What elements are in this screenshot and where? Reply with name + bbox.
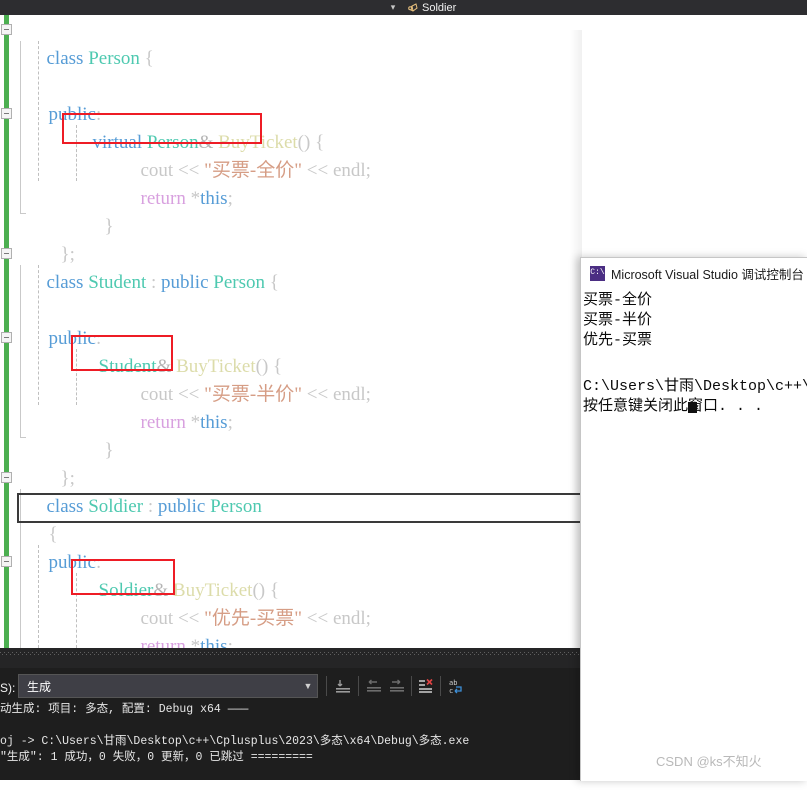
- code-line: }: [76, 409, 114, 461]
- csdn-watermark: CSDN @ks不知火: [656, 754, 762, 769]
- output-line: 动生成: 项目: 多态, 配置: Debug x64 ———: [0, 703, 249, 716]
- goto-message-button[interactable]: [333, 677, 353, 696]
- token-punct: }: [104, 216, 114, 237]
- toolbar-separator: [358, 676, 359, 696]
- fold-toggle-class-student[interactable]: [1, 248, 12, 259]
- console-titlebar[interactable]: C:\ Microsoft Visual Studio 调试控制台: [581, 258, 807, 288]
- token-keyword: this: [200, 636, 228, 648]
- token-punct: ;: [227, 188, 233, 209]
- toolbar-separator: [411, 676, 412, 696]
- output-line: "生成": 1 成功，0 失败，0 更新，0 已跳过 =========: [0, 751, 313, 764]
- token-punct: ;: [365, 160, 371, 181]
- editor-tab-strip: ▾ Soldier: [0, 0, 807, 15]
- code-line: cout << "买票-全价" << endl;: [112, 129, 371, 181]
- token-keyword: class: [46, 48, 84, 69]
- code-line: return *this;: [112, 157, 233, 209]
- token-keyword: this: [200, 412, 228, 433]
- token-control: return: [140, 636, 186, 648]
- console-title-label: Microsoft Visual Studio 调试控制台: [611, 267, 804, 282]
- output-line: oj -> C:\Users\甘雨\Desktop\c++\Cplusplus\…: [0, 735, 470, 748]
- code-line: class Person {: [18, 17, 154, 69]
- token-punct: }: [104, 440, 114, 461]
- editor-tab-label: Soldier: [422, 1, 457, 14]
- token-operator: <<: [302, 160, 333, 181]
- token-operator: <<: [302, 384, 333, 405]
- token-punct: ;: [227, 636, 233, 648]
- code-line: public:: [20, 521, 102, 573]
- fold-toggle-buyticket-person[interactable]: [1, 108, 12, 119]
- code-line: Soldier& BuyTicket() {: [70, 549, 280, 601]
- previous-message-button[interactable]: [364, 677, 384, 696]
- code-line: }: [76, 633, 114, 648]
- code-line: class Student : public Person {: [18, 241, 279, 293]
- scope-guide-student-end: [20, 437, 26, 438]
- code-line: };: [32, 213, 75, 265]
- code-line: };: [32, 437, 75, 489]
- code-line: cout << "优先-买票" << endl;: [112, 577, 371, 629]
- toolbar-separator: [326, 676, 327, 696]
- chevron-down-icon[interactable]: ▾: [388, 3, 398, 12]
- show-output-from-label: S):: [0, 681, 16, 695]
- svg-text:c: c: [449, 687, 453, 695]
- clear-all-button[interactable]: [416, 677, 436, 696]
- console-output: 买票-全价 买票-半价 优先-买票 C:\Users\甘雨\Desktop\c+…: [583, 288, 807, 781]
- token-identifier: endl: [332, 160, 366, 181]
- code-line: class Soldier : public Person: [18, 465, 262, 517]
- token-type: Person: [88, 48, 140, 69]
- token-operator: *: [185, 188, 201, 209]
- token-identifier: endl: [332, 608, 366, 629]
- fold-toggle-class-soldier[interactable]: [1, 472, 12, 483]
- next-message-button[interactable]: [387, 677, 407, 696]
- token-operator: *: [185, 412, 201, 433]
- token-punct: ;: [227, 412, 233, 433]
- console-app-icon: C:\: [590, 265, 605, 281]
- token-keyword: public: [161, 272, 209, 293]
- toggle-word-wrap-button[interactable]: ab c: [446, 677, 466, 696]
- console-line: 买票-全价: [583, 292, 653, 309]
- editor-glyph-margin[interactable]: [0, 15, 14, 648]
- token-punct: {: [265, 272, 279, 293]
- token-operator: *: [185, 636, 201, 648]
- token-keyword: class: [46, 272, 84, 293]
- class-icon: [407, 2, 419, 14]
- token-control: return: [140, 188, 186, 209]
- token-type: Student: [88, 272, 147, 293]
- token-keyword: this: [200, 188, 228, 209]
- token-operator: <<: [302, 608, 333, 629]
- console-line: 优先-买票: [583, 332, 653, 349]
- fold-toggle-buyticket-soldier[interactable]: [1, 556, 12, 567]
- token-punct: {: [139, 48, 154, 69]
- fold-toggle-buyticket-student[interactable]: [1, 332, 12, 343]
- editor-tab-soldier[interactable]: Soldier: [405, 0, 462, 15]
- scope-guide-person-end: [20, 213, 26, 214]
- fold-toggle-class-person[interactable]: [1, 24, 12, 35]
- token-punct: ;: [365, 608, 371, 629]
- toolbar-separator: [440, 676, 441, 696]
- debug-console-window[interactable]: C:\ Microsoft Visual Studio 调试控制台 买票-全价 …: [580, 257, 807, 781]
- code-line: virtual Person& BuyTicket() {: [64, 101, 325, 153]
- token-identifier: endl: [332, 384, 366, 405]
- token-type: Person: [213, 272, 266, 293]
- console-line: C:\Users\甘雨\Desktop\c++\Cp: [583, 378, 807, 395]
- code-line: Student& BuyTicket() {: [70, 325, 283, 377]
- code-line: return *this;: [112, 381, 233, 433]
- console-cursor: [688, 402, 697, 413]
- console-line: 买票-半价: [583, 312, 653, 329]
- code-line: cout << "买票-半价" << endl;: [112, 353, 371, 405]
- token-punct: ;: [365, 384, 371, 405]
- chevron-down-icon: ▼: [303, 681, 313, 691]
- token-punct: :: [146, 272, 162, 293]
- output-source-dropdown[interactable]: 生成 ▼: [18, 674, 318, 698]
- output-source-value: 生成: [27, 679, 52, 694]
- svg-text:ab: ab: [449, 679, 457, 687]
- console-line: 按任意键关闭此窗口. . .: [583, 398, 764, 415]
- code-line: return *this;: [112, 605, 233, 648]
- code-line: public:: [20, 297, 102, 349]
- token-control: return: [140, 412, 186, 433]
- code-line: public:: [20, 73, 102, 125]
- code-line: }: [76, 185, 114, 237]
- current-line-highlight-box: [17, 493, 583, 523]
